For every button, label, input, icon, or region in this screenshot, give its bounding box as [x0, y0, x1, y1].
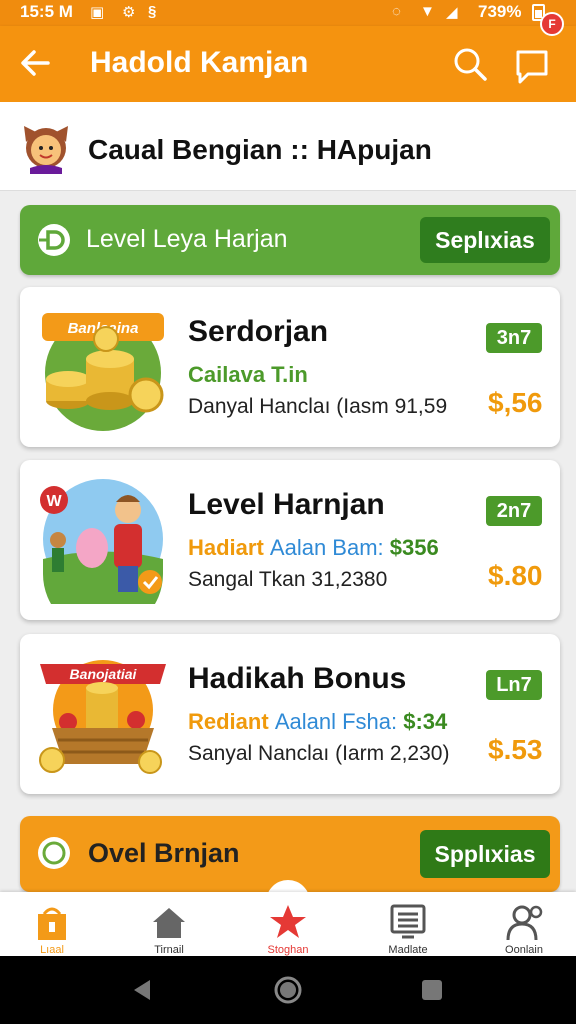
card-price: $.80: [488, 560, 543, 591]
alarm-icon: ◌: [392, 3, 401, 20]
user-header: Caual Bengian :: HApujan: [0, 102, 576, 191]
level-icon: [38, 224, 70, 256]
level-banner[interactable]: Level Leya Harjan Seplιxias: [20, 205, 560, 275]
nav-label: Madlate: [388, 944, 428, 956]
back-triangle-icon[interactable]: [130, 978, 154, 1002]
bonus-basket-image: Banojatiai: [39, 660, 166, 774]
search-icon[interactable]: [452, 46, 488, 82]
coins-image: Banlaaina: [42, 313, 164, 431]
sync-icon: §: [148, 3, 157, 20]
card-title: Hadikah Bonus: [188, 662, 407, 695]
level-tag: Ln7: [486, 670, 542, 700]
avatar[interactable]: [20, 122, 72, 174]
ring-icon: [38, 837, 70, 869]
nav-item-star[interactable]: Stoghan: [238, 892, 338, 956]
card-description: Sangal Tkan 31,2380: [188, 568, 388, 591]
card-image-label: Banojatiai: [70, 666, 138, 682]
card-subtitle: Cailava T.in: [188, 362, 308, 387]
star-icon: [270, 905, 306, 938]
level-tag: 2n7: [486, 496, 542, 526]
reward-card[interactable]: Banojatiai Hadikah Bonus Rediant Aalanl …: [20, 634, 560, 794]
level-banner-button[interactable]: Seplιxias: [420, 217, 550, 263]
card-image-label: W: [46, 493, 62, 510]
shop-icon: [38, 907, 66, 940]
nav-item-profile[interactable]: Oonlain: [474, 892, 574, 956]
wifi-icon: ▼: [420, 3, 435, 20]
friends-image: W: [40, 479, 163, 604]
reward-card[interactable]: Banlaaina Serdorjan Cailava T.in Danyal …: [20, 287, 560, 447]
card-subtitle: Hadiart Aalan Bam: $356: [188, 535, 439, 560]
nav-label: Oonlain: [505, 944, 543, 956]
card-price: $.53: [488, 734, 543, 765]
card-description: Sanyal Nanclaı (Iarm 2,230): [188, 742, 450, 765]
status-bar: 15:5 M ▣ ⚙ § ◌ ▼ ◢ 739%: [0, 0, 576, 26]
status-time: 15:5 M: [20, 2, 73, 21]
card-description: Danyal Hanclaı (Iasm 91,59: [188, 395, 448, 418]
reward-card[interactable]: W Level Harnjan Hadiart Aalan Bam: $356 …: [20, 460, 560, 620]
home-icon: [153, 908, 185, 938]
page-title: Hadold Kamjan: [90, 46, 309, 79]
chat-icon[interactable]: [512, 42, 556, 86]
bonus-banner-button[interactable]: Spplιxias: [420, 830, 550, 878]
nav-item-shop[interactable]: Lıaal: [2, 892, 102, 956]
back-arrow-icon[interactable]: [18, 46, 52, 80]
level-tag: 3n7: [486, 323, 542, 353]
home-circle-icon[interactable]: [273, 975, 303, 1005]
system-nav-bar: [0, 956, 576, 1024]
nav-label: Stoghan: [267, 944, 309, 956]
card-subtitle: Rediant Aalanl Fsha: $:34: [188, 709, 448, 734]
card-title: Serdorjan: [188, 315, 329, 348]
nav-item-home[interactable]: Tirnail: [119, 892, 219, 956]
bonus-banner-text: Ovel Brnjan: [88, 838, 240, 868]
signal-icon: ◢: [446, 4, 458, 21]
user-name: Caual Bengian :: HApujan: [88, 134, 432, 165]
bottom-nav: Lıaal Tirnail Stoghan Madlate Oonlain: [0, 892, 576, 956]
nav-label: Tirnail: [154, 944, 184, 956]
profile-icon: [506, 905, 543, 940]
notification-badge: F: [540, 12, 564, 36]
app-bar: Hadold Kamjan: [0, 26, 576, 102]
settings-status-icon: ⚙: [122, 4, 136, 21]
card-price: $,56: [488, 387, 543, 418]
nav-item-list[interactable]: Madlate: [358, 892, 458, 956]
level-banner-text: Level Leya Harjan: [86, 225, 288, 253]
card-title: Level Harnjan: [188, 488, 385, 521]
recents-square-icon[interactable]: [420, 978, 444, 1002]
nav-label: Lıaal: [40, 944, 64, 956]
notification-icon: ▣: [90, 4, 105, 21]
list-icon: [390, 904, 426, 939]
battery-percent: 739%: [478, 2, 522, 21]
